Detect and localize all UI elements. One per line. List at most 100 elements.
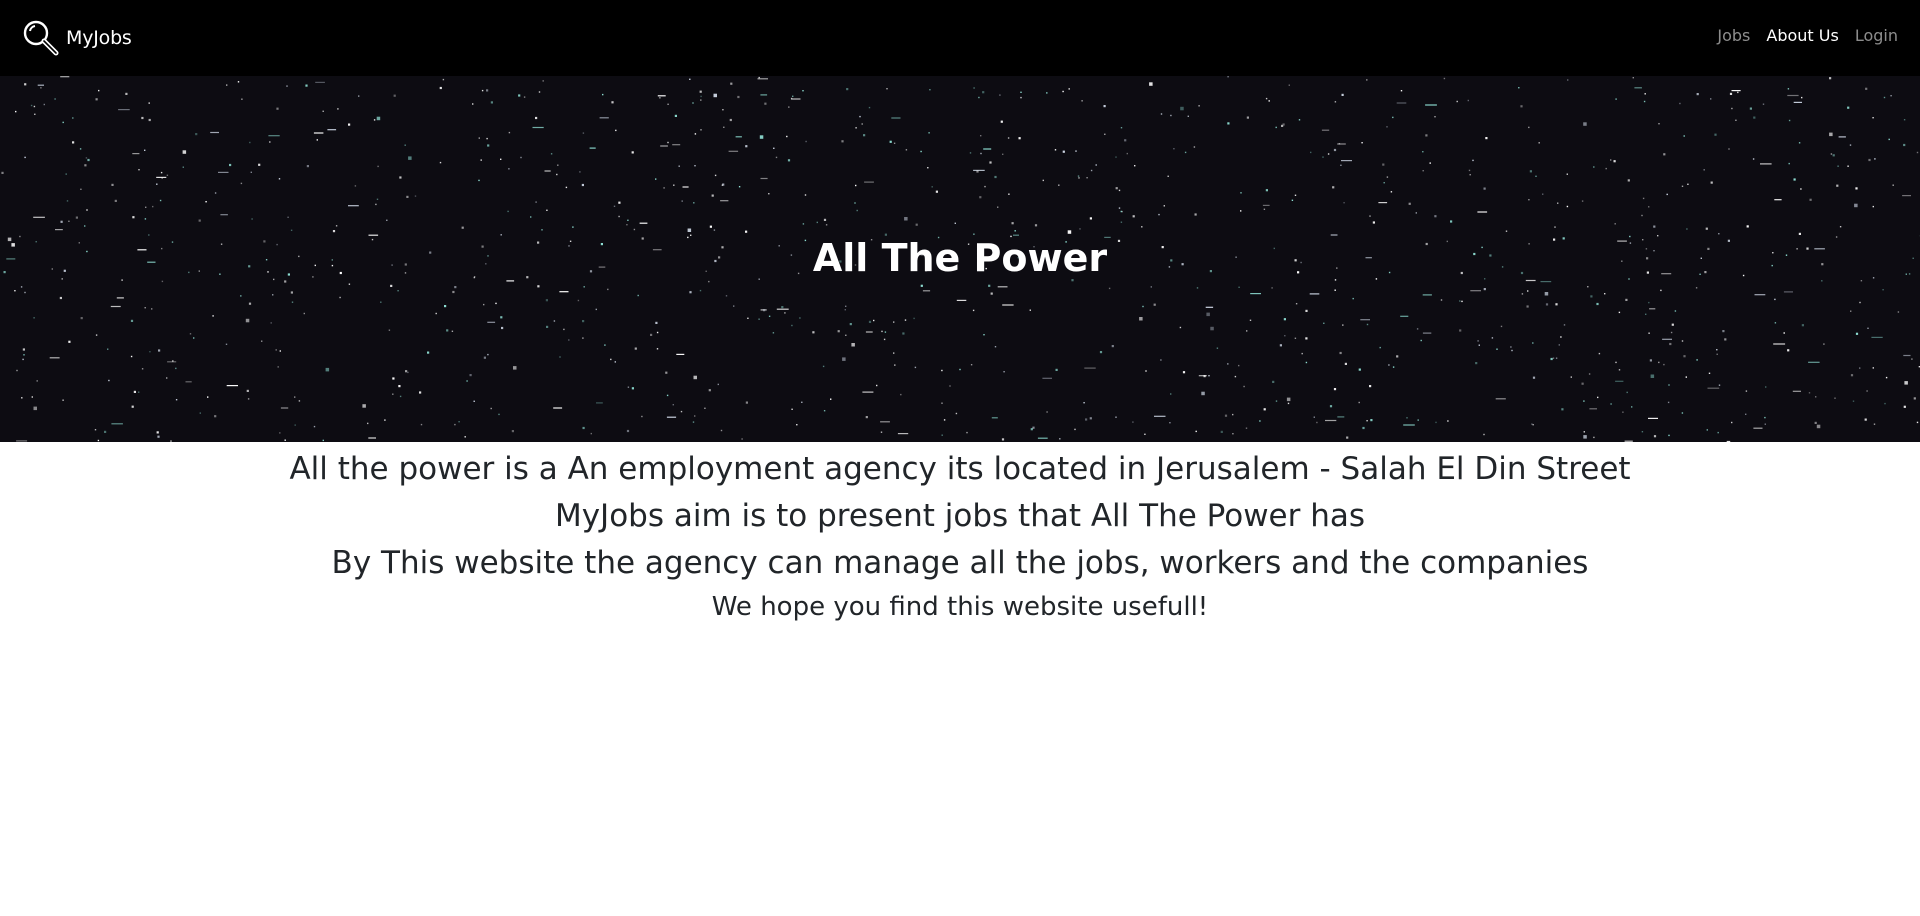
star — [970, 364, 973, 366]
star — [1263, 408, 1266, 411]
star — [666, 394, 669, 397]
star — [132, 153, 140, 155]
star — [189, 333, 192, 335]
brand-link[interactable]: MyJobs — [22, 18, 132, 58]
star — [988, 284, 991, 287]
star — [1372, 221, 1375, 224]
star — [24, 291, 26, 294]
star — [627, 219, 629, 221]
star — [1615, 361, 1617, 364]
star — [1170, 393, 1172, 395]
star — [182, 166, 184, 168]
star — [34, 113, 36, 115]
star — [1800, 188, 1802, 190]
star — [294, 424, 296, 426]
star — [149, 351, 151, 353]
star — [111, 183, 114, 186]
star — [398, 385, 401, 388]
star — [1911, 358, 1913, 360]
star — [1210, 326, 1214, 331]
nav-link-login[interactable]: Login — [1855, 26, 1898, 45]
star — [873, 319, 875, 322]
star — [79, 148, 82, 150]
star — [1653, 435, 1657, 438]
star — [1535, 175, 1537, 177]
star — [348, 283, 351, 285]
star — [1552, 357, 1555, 359]
nav-link-jobs[interactable]: Jobs — [1717, 26, 1750, 45]
star — [728, 150, 739, 152]
star — [557, 164, 559, 166]
star — [868, 320, 872, 323]
star — [904, 217, 908, 221]
star — [1708, 372, 1711, 374]
star — [1358, 368, 1361, 371]
star — [1003, 371, 1005, 373]
star — [487, 144, 490, 147]
star — [1864, 418, 1867, 421]
nav-link-about-us[interactable]: About Us — [1766, 26, 1838, 45]
star — [805, 140, 807, 143]
star — [145, 206, 147, 208]
star — [1115, 187, 1118, 190]
star — [922, 290, 931, 292]
star — [1485, 137, 1488, 140]
star — [1808, 392, 1811, 394]
star — [30, 104, 33, 107]
star — [1648, 206, 1650, 208]
star — [943, 419, 946, 421]
star — [607, 288, 609, 291]
star — [1550, 357, 1553, 361]
star — [1610, 159, 1612, 161]
star — [687, 228, 692, 232]
star — [1717, 431, 1719, 434]
star — [156, 183, 158, 185]
star — [1648, 301, 1650, 304]
star — [241, 98, 243, 100]
star — [1596, 302, 1599, 306]
star — [279, 350, 281, 352]
star — [915, 223, 918, 226]
star — [306, 165, 309, 168]
star — [240, 182, 243, 185]
star — [1587, 286, 1589, 288]
star — [546, 325, 549, 328]
star — [1521, 293, 1524, 295]
star — [666, 416, 677, 418]
star — [1327, 153, 1330, 155]
star — [33, 317, 35, 319]
star — [674, 114, 677, 117]
star — [511, 430, 514, 433]
star — [1838, 136, 1846, 138]
star — [1238, 286, 1240, 288]
star — [1067, 230, 1072, 234]
star — [723, 126, 725, 128]
star — [1860, 280, 1863, 282]
star — [1089, 417, 1092, 420]
star — [582, 426, 585, 430]
star — [1104, 133, 1106, 135]
star — [1491, 337, 1494, 339]
star — [1265, 189, 1268, 192]
star — [1566, 205, 1569, 208]
star — [1120, 127, 1123, 129]
star — [1649, 308, 1656, 310]
star — [1477, 211, 1488, 213]
star — [1705, 227, 1708, 230]
star — [157, 435, 160, 438]
star — [1194, 213, 1197, 216]
star — [1874, 158, 1876, 160]
star — [1808, 361, 1820, 363]
star — [420, 423, 423, 426]
star — [1679, 102, 1681, 105]
star — [720, 429, 723, 432]
star — [859, 115, 861, 118]
star — [1014, 230, 1016, 232]
star — [375, 203, 377, 206]
star — [399, 395, 402, 398]
star — [984, 185, 986, 188]
star — [1046, 92, 1048, 94]
star — [377, 165, 379, 168]
star — [1570, 376, 1572, 378]
star — [144, 218, 147, 220]
